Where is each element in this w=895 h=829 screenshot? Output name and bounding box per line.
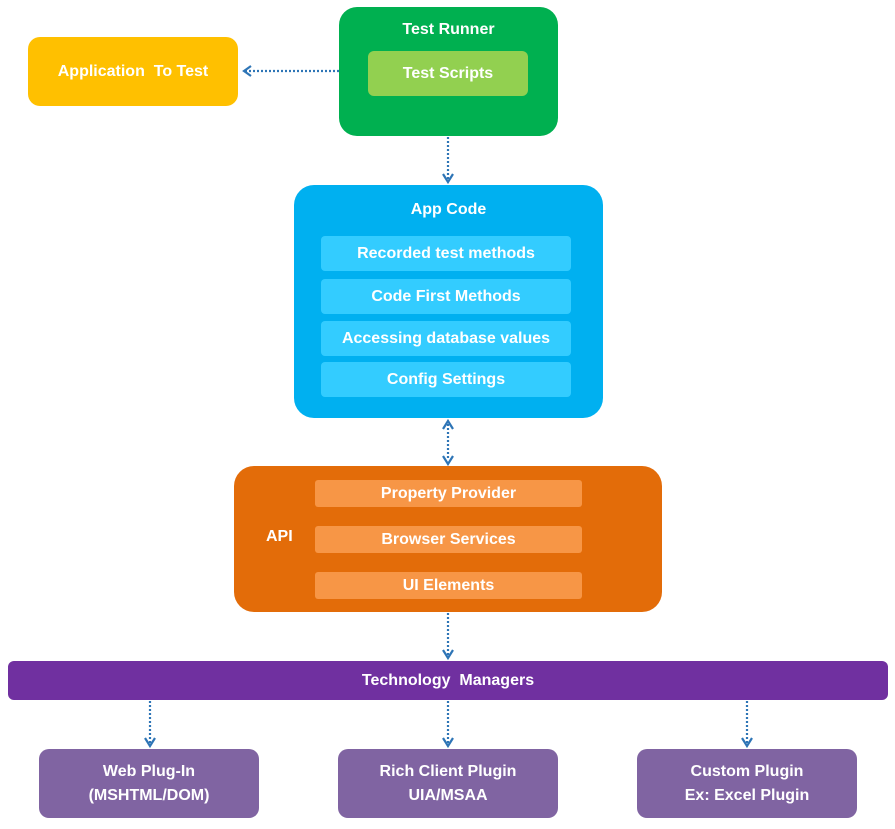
web-plugin-box: Web Plug-In (MSHTML/DOM)	[39, 749, 259, 818]
arrowhead-down-icon	[442, 173, 454, 185]
rich-client-plugin-line2: UIA/MSAA	[408, 786, 488, 804]
rich-client-plugin-box: Rich Client Plugin UIA/MSAA	[338, 749, 558, 818]
test-scripts-box: Test Scripts	[368, 51, 528, 96]
app-code-item-code-first-methods: Code First Methods	[321, 279, 571, 314]
api-box: API Property Provider Browser Services U…	[234, 466, 662, 612]
application-to-test-label: Application To Test	[57, 62, 209, 80]
test-runner-title: Test Runner	[402, 21, 495, 38]
api-item-property-provider: Property Provider	[315, 480, 582, 507]
technology-managers-bar: Technology Managers	[8, 661, 888, 700]
arrowhead-down-icon	[442, 737, 454, 749]
app-code-box: App Code Recorded test methods Code Firs…	[294, 185, 603, 418]
app-code-item-recorded-test-methods: Recorded test methods	[321, 236, 571, 271]
test-runner-box: Test Runner Test Scripts	[339, 7, 558, 136]
technology-managers-label: Technology Managers	[361, 671, 535, 689]
arrowhead-up-icon	[442, 418, 454, 430]
arrowhead-down-icon	[144, 737, 156, 749]
arrowhead-down-icon	[442, 649, 454, 661]
arrowhead-down-icon	[442, 455, 454, 467]
application-to-test-box: Application To Test	[28, 37, 238, 106]
web-plugin-line2: (MSHTML/DOM)	[88, 786, 210, 804]
rich-client-plugin-line1: Rich Client Plugin	[379, 762, 517, 780]
custom-plugin-line2: Ex: Excel Plugin	[684, 786, 810, 804]
arrowhead-left-icon	[242, 65, 252, 77]
custom-plugin-line1: Custom Plugin	[690, 762, 804, 780]
api-item-browser-services: Browser Services	[315, 526, 582, 553]
api-label: API	[266, 528, 293, 545]
api-item-ui-elements: UI Elements	[315, 572, 582, 599]
arrowhead-down-icon	[741, 737, 753, 749]
app-code-title: App Code	[410, 201, 487, 218]
app-code-item-accessing-database-values: Accessing database values	[321, 321, 571, 356]
web-plugin-line1: Web Plug-In	[102, 762, 196, 780]
custom-plugin-box: Custom Plugin Ex: Excel Plugin	[637, 749, 857, 818]
app-code-item-config-settings: Config Settings	[321, 362, 571, 397]
